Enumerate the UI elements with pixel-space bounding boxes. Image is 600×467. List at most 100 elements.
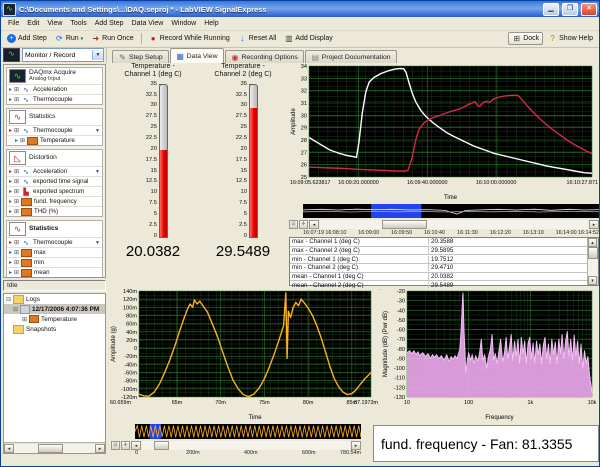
menu-edit[interactable]: Edit xyxy=(23,19,43,28)
run-step-icon[interactable]: ▸ xyxy=(15,137,18,144)
run-step-icon[interactable]: ▸ xyxy=(9,269,12,276)
tab-project-documentation[interactable]: ▤Project Documentation xyxy=(305,50,397,63)
acceleration-overview-strip[interactable] xyxy=(135,424,361,439)
logs-root-row[interactable]: ⊟ Logs xyxy=(4,294,105,304)
log-channel-row[interactable]: ⊞ Temperature xyxy=(4,314,105,324)
scroll-right-icon[interactable]: ▸ xyxy=(95,444,105,453)
temperature-chart-scrollbar[interactable]: ⊡ ✛ ◂ ▸ xyxy=(289,219,599,229)
maximize-button[interactable]: ❐ xyxy=(562,3,578,16)
scroll-up-icon[interactable]: ▴ xyxy=(588,238,597,247)
step-row-fund-frequency[interactable]: ▸⊞fund. frequency xyxy=(7,196,102,206)
record-while-running-button[interactable]: ●Record While Running xyxy=(146,33,233,44)
step-row-mean[interactable]: ▸⊞mean xyxy=(7,267,102,277)
acceleration-chart-scrollbar[interactable]: ⊡ ✛ ◂ ▸ xyxy=(111,440,361,450)
scroll-right-icon[interactable]: ▸ xyxy=(351,441,361,450)
step-header-daqmx-acquire[interactable]: ∿DAQmx AcquireAnalog Input xyxy=(7,68,102,84)
run-once-button[interactable]: ➜Run Once xyxy=(88,33,137,44)
zoom-tool-icon[interactable]: ⊡ xyxy=(289,220,298,229)
menu-file[interactable]: File xyxy=(4,19,23,28)
chevron-down-icon[interactable]: ▼ xyxy=(95,169,100,175)
chevron-down-icon[interactable]: ▼ xyxy=(92,50,103,60)
tab-step-setup[interactable]: ✎Step Setup xyxy=(112,50,169,63)
table-vertical-scrollbar[interactable]: ▴ ▾ xyxy=(587,238,598,285)
step-header-distortion[interactable]: ◺Distortion xyxy=(7,150,102,166)
zoom-tool-icon[interactable]: ⊡ xyxy=(111,441,120,450)
temperature-overview-strip[interactable] xyxy=(303,204,599,218)
expand-icon[interactable]: ⊞ xyxy=(14,198,19,205)
scroll-down-icon[interactable]: ▾ xyxy=(588,276,597,285)
run-step-icon[interactable]: ▸ xyxy=(9,178,12,185)
table-row[interactable]: max - Channel 2 (deg C)29.5895 xyxy=(290,247,587,256)
expand-icon[interactable]: ⊞ xyxy=(14,208,19,215)
expand-icon[interactable]: ⊞ xyxy=(14,178,19,185)
run-step-icon[interactable]: ▸ xyxy=(9,198,12,205)
tab-data-view[interactable]: ▦Data View xyxy=(170,48,224,63)
chevron-down-icon[interactable]: ▼ xyxy=(95,128,100,134)
snapshots-row[interactable]: Snapshots xyxy=(4,324,105,334)
run-step-icon[interactable]: ▸ xyxy=(9,96,12,103)
scroll-left-icon[interactable]: ◂ xyxy=(309,220,319,229)
step-row-min[interactable]: ▸⊞min xyxy=(7,257,102,267)
menu-tools[interactable]: Tools xyxy=(66,19,90,28)
step-row-thermocouple[interactable]: ▸⊞∿Thermocouple▼ xyxy=(7,237,102,247)
expand-icon[interactable]: ⊞ xyxy=(14,168,19,175)
pan-tool-icon[interactable]: ✛ xyxy=(299,220,308,229)
expand-icon[interactable]: ⊞ xyxy=(14,127,19,134)
dock-button[interactable]: ⊞Dock xyxy=(508,32,543,45)
table-row[interactable]: min - Channel 2 (deg C)29.4710 xyxy=(290,264,587,273)
minimize-button[interactable]: ▁ xyxy=(543,3,559,16)
run-step-icon[interactable]: ▸ xyxy=(9,86,12,93)
expand-icon[interactable]: ⊞ xyxy=(14,239,19,246)
spectrum-chart[interactable]: -20-30-40-50-60-70-80-90-100-110-120-130… xyxy=(381,288,599,421)
expand-icon[interactable]: ⊞ xyxy=(14,188,19,195)
show-help-button[interactable]: ?Show Help xyxy=(545,33,596,44)
step-row-acceleration[interactable]: ▸⊞∿Acceleration▼ xyxy=(7,166,102,176)
step-row-acceleration[interactable]: ▸⊞∿Acceleration xyxy=(7,84,102,94)
step-row-exported-spectrum[interactable]: ▸⊞▙exported spectrum xyxy=(7,186,102,196)
table-row[interactable]: max - Channel 1 (deg C)20.3588 xyxy=(290,238,587,247)
table-row[interactable]: mean - Channel 1 (deg C)20.0382 xyxy=(290,273,587,282)
pan-tool-icon[interactable]: ✛ xyxy=(121,441,130,450)
add-display-button[interactable]: ▥Add Display xyxy=(281,33,335,44)
step-row-max[interactable]: ▸⊞max xyxy=(7,247,102,257)
menu-view[interactable]: View xyxy=(43,19,66,28)
tab-recording-options[interactable]: ◉Recording Options xyxy=(225,50,304,63)
run-step-icon[interactable]: ▸ xyxy=(9,249,12,256)
step-header-statistics[interactable]: ∿Statistics xyxy=(7,221,102,237)
menu-data-view[interactable]: Data View xyxy=(128,19,168,28)
expand-icon[interactable]: ⊞ xyxy=(22,316,27,323)
expand-icon[interactable]: ⊞ xyxy=(14,96,19,103)
scroll-left-icon[interactable]: ◂ xyxy=(131,441,141,450)
scroll-left-icon[interactable]: ◂ xyxy=(4,444,14,453)
run-step-icon[interactable]: ▸ xyxy=(9,188,12,195)
run-button[interactable]: ⟳Run▾ xyxy=(52,33,86,44)
close-button[interactable]: ✕ xyxy=(581,3,597,16)
reset-all-button[interactable]: ↓Reset All xyxy=(235,33,280,44)
step-row-exported-time-signal[interactable]: ▸⊞∿exported time signal xyxy=(7,176,102,186)
menu-add-step[interactable]: Add Step xyxy=(91,19,128,28)
run-step-icon[interactable]: ▸ xyxy=(9,127,12,134)
chevron-down-icon[interactable]: ▼ xyxy=(95,240,100,246)
run-step-icon[interactable]: ▸ xyxy=(9,208,12,215)
expand-icon[interactable]: ⊞ xyxy=(14,249,19,256)
collapse-icon[interactable]: ⊟ xyxy=(13,306,18,313)
temperature-chart[interactable]: 2526272829303132333416:09:05.62381716:09… xyxy=(289,63,599,201)
step-row-thermocouple[interactable]: ▸⊞∿Thermocouple xyxy=(7,94,102,104)
expand-icon[interactable]: ⊞ xyxy=(14,259,19,266)
step-header-statistics[interactable]: ∿Statistics xyxy=(7,109,102,125)
run-step-icon[interactable]: ▸ xyxy=(9,168,12,175)
step-row-thermocouple[interactable]: ▸⊞∿Thermocouple▼ xyxy=(7,125,102,135)
add-step-button[interactable]: +Add Step xyxy=(4,33,50,44)
mode-selector[interactable]: Monitor / Record ▼ xyxy=(22,48,104,62)
logs-horizontal-scrollbar[interactable]: ◂ ▸ xyxy=(4,442,105,453)
scroll-right-icon[interactable]: ▸ xyxy=(589,220,599,229)
expand-icon[interactable]: ⊞ xyxy=(14,269,19,276)
run-dropdown-icon[interactable]: ▾ xyxy=(81,36,84,42)
expand-icon[interactable]: ⊞ xyxy=(14,86,19,93)
run-step-icon[interactable]: ▸ xyxy=(9,239,12,246)
acceleration-chart[interactable]: 140m120m100m80m60m40m20m0-20m-40m-60m-80… xyxy=(109,288,379,421)
menu-help[interactable]: Help xyxy=(200,19,222,28)
collapse-icon[interactable]: ⊟ xyxy=(6,296,11,303)
table-row[interactable]: min - Channel 1 (deg C)19.7512 xyxy=(290,255,587,264)
title-bar[interactable]: ∿ C:\Documents and Settings\...\DAQ.sepr… xyxy=(1,1,599,17)
